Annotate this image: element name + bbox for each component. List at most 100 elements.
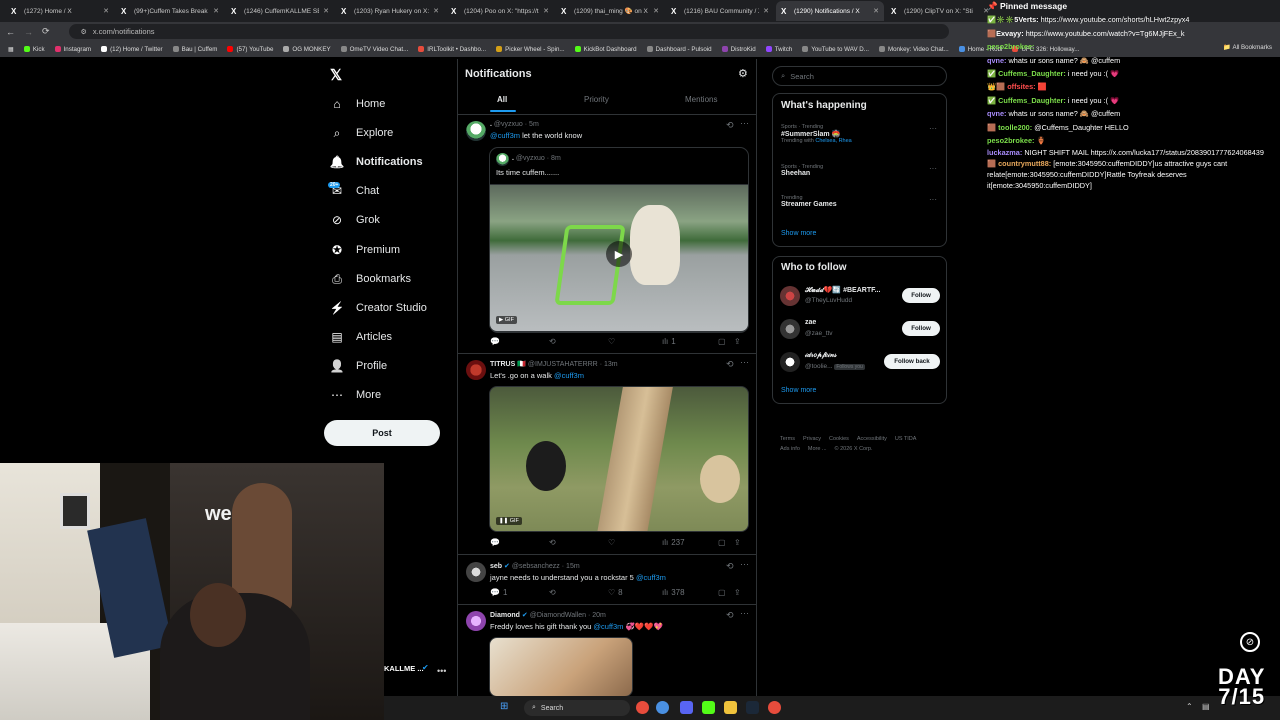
trend-item[interactable]: Sports · Trending Sheehan ··· <box>781 164 941 177</box>
account-more-icon[interactable]: ••• <box>437 666 446 676</box>
nav-item-profile[interactable]: 👤 Profile <box>330 359 388 373</box>
bookmark-icon[interactable]: ▢ <box>718 337 734 346</box>
chat-username[interactable]: qvne: <box>987 56 1006 65</box>
nav-item-bookmarks[interactable]: ⎙ Bookmarks <box>330 272 411 286</box>
trend-more-icon[interactable]: ··· <box>929 164 937 173</box>
photo-media[interactable] <box>489 637 633 697</box>
trend-with[interactable]: Chelsea, Rhea <box>815 138 851 144</box>
nav-item-more[interactable]: ⋯ More <box>330 388 381 402</box>
follow-suggestion[interactable]: 𝒾𝒹𝓇𝑜𝓅𝒻𝑒𝒾𝓃𝓈 @toolie... Follows you Follow b… <box>780 350 942 374</box>
close-tab-icon[interactable]: ✕ <box>763 7 769 15</box>
trend-more-icon[interactable]: ··· <box>929 124 937 133</box>
views-icon[interactable]: ılı 237 <box>662 538 718 547</box>
trend-item[interactable]: Trending Streamer Games ··· <box>781 195 941 208</box>
browser-tab[interactable]: X (1290) ClipTV on X: "Sti ✕ <box>886 1 994 21</box>
nav-item-grok[interactable]: ⊘ Grok <box>330 213 380 227</box>
gif-media[interactable]: ❚❚ GIF <box>489 386 749 532</box>
share-icon[interactable]: ⇪ <box>734 337 741 346</box>
bookmark-item[interactable]: IRLToolkit • Dashbo... <box>418 46 486 53</box>
nav-item-premium[interactable]: ✪ Premium <box>330 243 400 257</box>
trend-item[interactable]: Sports · Trending #SummerSlam 🏟️ Trending … <box>781 124 941 144</box>
network-icon[interactable]: ▤ <box>1202 702 1210 711</box>
close-tab-icon[interactable]: ✕ <box>433 7 439 15</box>
views-icon[interactable]: ılı 378 <box>662 588 718 597</box>
footer-link[interactable]: Privacy <box>803 434 821 444</box>
tab-mentions[interactable]: Mentions <box>685 95 717 104</box>
follow-suggestion[interactable]: 𝓗𝓾𝓭𝓭💔🔄 #BEARTF... @TheyLuvHudd Follow <box>780 284 942 308</box>
bookmark-item[interactable]: OG MONKEY <box>283 46 331 53</box>
folder-icon[interactable] <box>724 701 737 714</box>
chat-username[interactable]: peso2brokee: <box>987 136 1034 145</box>
play-icon[interactable]: ▶ <box>606 241 632 267</box>
chat-username[interactable]: 🟫 toolle200: <box>987 123 1032 132</box>
tray-chevron-icon[interactable]: ⌃ <box>1186 702 1193 711</box>
url-field[interactable]: ⚙ x.com/notifications <box>68 24 949 39</box>
browser-tab[interactable]: X (1290) Notifications / X ✕ <box>776 1 884 21</box>
bookmark-item[interactable]: OmeTV Video Chat... <box>340 46 408 53</box>
post-button[interactable]: Post <box>324 420 440 446</box>
share-icon[interactable]: ⇪ <box>734 538 741 547</box>
browser-tab[interactable]: X (99+)Cuffem Takes Break A ✕ <box>116 1 224 21</box>
reply-icon[interactable]: 💬 <box>490 337 549 346</box>
close-tab-icon[interactable]: ✕ <box>543 7 549 15</box>
reply-icon[interactable]: 💬 <box>490 538 549 547</box>
mention-link[interactable]: @cuff3m <box>490 131 520 140</box>
bookmark-item[interactable]: Dashboard - Pulsoid <box>646 46 712 53</box>
close-tab-icon[interactable]: ✕ <box>103 7 109 15</box>
chat-username[interactable]: 👑🟫 offsites: <box>987 82 1036 91</box>
footer-link[interactable]: Cookies <box>829 434 849 444</box>
bookmark-item[interactable]: Monkey: Video Chat... <box>878 46 949 53</box>
mention-link[interactable]: @cuff3m <box>554 371 584 380</box>
edge-icon[interactable] <box>656 701 669 714</box>
tab-all[interactable]: All <box>497 95 507 104</box>
footer-link[interactable]: Terms <box>780 434 795 444</box>
search-input[interactable]: ⌕ Search <box>772 66 947 86</box>
chat-username[interactable]: 🟫Exvayy: <box>987 29 1024 38</box>
follow-suggestion[interactable]: zae @zae_ttv Follow <box>780 317 942 341</box>
views-icon[interactable]: ılı 1 <box>662 337 718 346</box>
reply-icon[interactable]: 💬 1 <box>490 588 549 597</box>
back-icon[interactable]: ← <box>6 27 15 37</box>
footer-link[interactable]: More ... <box>808 444 827 454</box>
kick-icon[interactable] <box>702 701 715 714</box>
chat-username[interactable]: luckazma: <box>987 148 1022 157</box>
windows-start-icon[interactable]: ⊞ <box>500 701 508 712</box>
chat-username[interactable]: 🟫 countrymutt88: <box>987 159 1051 168</box>
post-more-icon[interactable]: ··· <box>740 608 749 618</box>
forward-icon[interactable]: → <box>24 27 33 37</box>
bookmark-icon[interactable]: ▢ <box>718 538 734 547</box>
chat-username[interactable]: ✅ Cuffems_Daughter: <box>987 69 1066 78</box>
steam-icon[interactable] <box>746 701 759 714</box>
discord-icon[interactable] <box>680 701 693 714</box>
browser-tab[interactable]: X (1246) CuffemKALLME SEN ✕ <box>226 1 334 21</box>
bookmark-item[interactable]: YouTube to WAV D... <box>802 46 869 53</box>
show-more-link[interactable]: Show more <box>781 387 816 394</box>
browser-tab[interactable]: X (1204) Poo on X: "https://t ✕ <box>446 1 554 21</box>
footer-link[interactable]: Ads info <box>780 444 800 454</box>
x-logo-icon[interactable]: 𝕏 <box>330 66 342 84</box>
chat-username[interactable]: ✅✳️✳️5Verts: <box>987 15 1039 24</box>
browser-tab[interactable]: X (1216) BAU Community / X ✕ <box>666 1 774 21</box>
footer-link[interactable]: US TIDA <box>895 434 917 444</box>
like-icon[interactable]: ♡ <box>608 337 662 346</box>
account-name[interactable]: KALLME ... <box>384 664 424 673</box>
chrome-icon[interactable] <box>636 701 649 714</box>
close-tab-icon[interactable]: ✕ <box>873 7 879 15</box>
taskbar-search[interactable]: ⌕ Search <box>524 700 630 716</box>
chat-username[interactable]: peso2brokee: <box>987 42 1034 51</box>
close-tab-icon[interactable]: ✕ <box>213 7 219 15</box>
browser-tab[interactable]: X (1209) thai_ming 🎨 on X ✕ <box>556 1 664 21</box>
browser-tab[interactable]: X (1203) Ryan Hukery on X: ' ✕ <box>336 1 444 21</box>
show-more-link[interactable]: Show more <box>781 230 816 237</box>
chat-username[interactable]: ✅ Cuffems_Daughter: <box>987 96 1066 105</box>
nav-item-notifications[interactable]: 🔔 Notifications <box>330 155 423 169</box>
site-info-icon[interactable]: ⚙ <box>81 28 87 36</box>
retweet-icon[interactable]: ⟲ <box>549 538 608 547</box>
browser-tab[interactable]: X (1272) Home / X ✕ <box>6 1 114 21</box>
nav-item-home[interactable]: ⌂ Home <box>330 97 385 111</box>
nav-item-creator-studio[interactable]: ⚡ Creator Studio <box>330 301 427 315</box>
bookmark-item[interactable]: Bau | Cuffem <box>172 46 217 53</box>
share-icon[interactable]: ⇪ <box>734 588 741 597</box>
bookmark-item[interactable]: Kick <box>23 46 45 53</box>
post-more-icon[interactable]: ··· <box>740 118 749 128</box>
